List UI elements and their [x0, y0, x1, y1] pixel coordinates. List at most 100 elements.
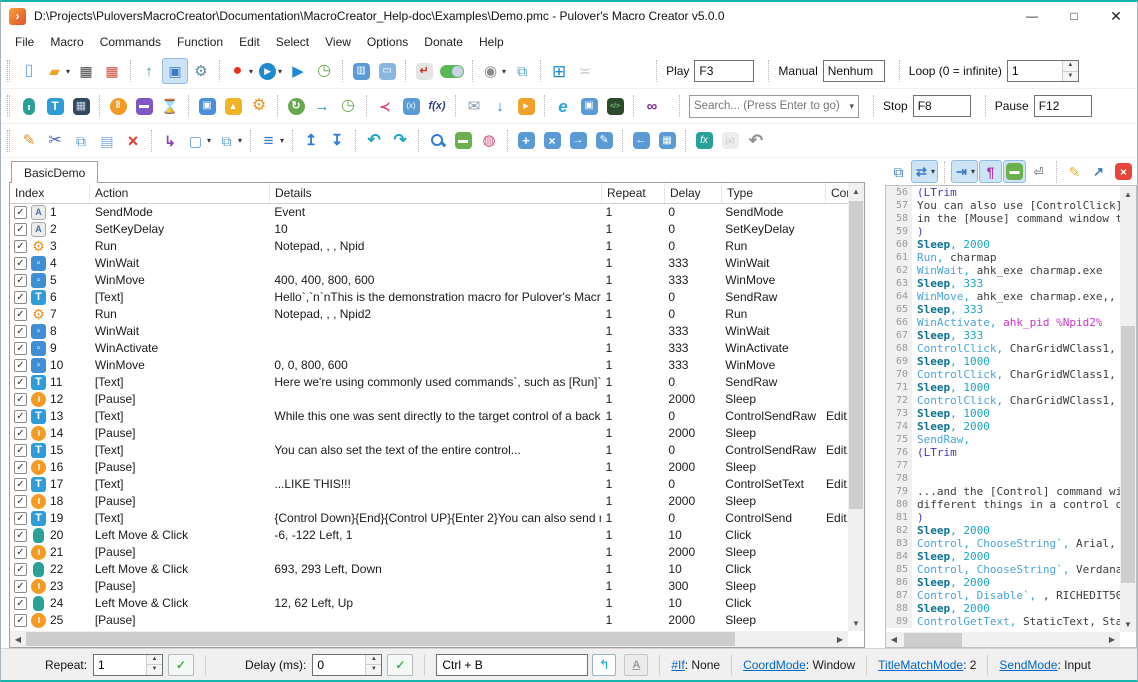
pane-splitter[interactable] [865, 158, 885, 648]
vertical-scrollbar[interactable]: ▲ ▼ [1120, 186, 1136, 632]
table-row[interactable]: ✓T19[Text]{Control Down}{End}{Control UP… [10, 510, 848, 527]
table-row[interactable]: ✓▫8WinWait1333WinWait [10, 323, 848, 340]
delete-button[interactable]: × [120, 128, 146, 154]
row-checkbox[interactable]: ✓ [14, 614, 27, 627]
variable-button[interactable]: (x) [398, 93, 424, 119]
table-row[interactable]: ✓‖23[Pause]1300Sleep [10, 578, 848, 595]
send-keys-button[interactable]: ↵ [411, 58, 437, 84]
search-command-button[interactable]: ∞ [639, 93, 665, 119]
macro-window-button[interactable]: ▭ [374, 58, 400, 84]
scroll-track[interactable] [902, 632, 1104, 648]
window-remove-button[interactable]: × [539, 128, 565, 154]
assign-shortcut-button[interactable]: ↰ [592, 654, 616, 676]
goto-command-button[interactable]: → [309, 93, 335, 119]
table-row[interactable]: ✓A1SendModeEvent10SendMode [10, 204, 848, 221]
table-row[interactable]: ✓▫10WinMove0, 0, 800, 6001333WinMove [10, 357, 848, 374]
menu-options[interactable]: Options [359, 32, 416, 52]
scroll-down-icon[interactable]: ▼ [1120, 616, 1136, 632]
spin-down-icon[interactable]: ▼ [366, 665, 381, 675]
table-row[interactable]: ✓‖14[Pause]12000Sleep [10, 425, 848, 442]
spin-up-icon[interactable]: ▲ [1063, 61, 1078, 72]
open-file-button[interactable]: ▰▾ [42, 58, 73, 84]
export-macro-button[interactable]: ↑ [136, 58, 162, 84]
table-row[interactable]: ✓T15[Text]You can also set the text of t… [10, 442, 848, 459]
toolbar-grip[interactable] [7, 130, 10, 152]
table-row[interactable]: ✓A2SetKeyDelay1010SetKeyDelay [10, 221, 848, 238]
hotkeys-toggle[interactable] [437, 58, 467, 84]
maximize-button[interactable]: □ [1053, 2, 1095, 30]
table-row[interactable]: ✓‖25[Pause]12000Sleep [10, 612, 848, 629]
scroll-track[interactable] [1120, 202, 1136, 616]
window-prev-button[interactable]: ← [628, 128, 654, 154]
email-command-button[interactable]: ✉ [461, 93, 487, 119]
macro-list-view[interactable]: IndexActionDetailsRepeatDelayTypeCont ✓A… [9, 183, 865, 648]
row-checkbox[interactable]: ✓ [14, 342, 27, 355]
if-statement-button[interactable]: ≺ [372, 93, 398, 119]
edit-row-button[interactable]: ✎ [16, 128, 42, 154]
comment-button[interactable]: ▬ [450, 128, 476, 154]
spin-up-icon[interactable]: ▲ [366, 655, 381, 666]
column-header-cont[interactable]: Cont [826, 183, 848, 203]
row-checkbox[interactable]: ✓ [14, 427, 27, 440]
window-run-button[interactable]: → [565, 128, 591, 154]
table-row[interactable]: ✓24Left Move & Click12, 62 Left, Up110Cl… [10, 595, 848, 612]
spin-down-icon[interactable]: ▼ [147, 665, 162, 675]
delay-input[interactable] [313, 655, 365, 675]
list-options-button[interactable]: ≡▾ [256, 128, 287, 154]
row-checkbox[interactable]: ✓ [14, 325, 27, 338]
cut-button[interactable]: ✂ [42, 128, 68, 154]
window-add-button[interactable]: + [513, 128, 539, 154]
table-row[interactable]: ✓T6[Text]Hello`,`n`nThis is the demonstr… [10, 289, 848, 306]
close-code-button[interactable]: × [1112, 160, 1135, 183]
row-checkbox[interactable]: ✓ [14, 512, 27, 525]
table-row[interactable]: ✓⚙7RunNotepad, , , Npid210Run [10, 306, 848, 323]
toolbar-grip[interactable] [7, 95, 10, 117]
preview-window-button[interactable]: ▣ [162, 58, 188, 84]
copy-code-button[interactable]: ⧉ [887, 160, 910, 183]
minimize-button[interactable]: — [1011, 2, 1053, 30]
internet-command-button[interactable]: e [550, 93, 576, 119]
code-editor[interactable]: 56(LTrim57You can also use [ControlClick… [885, 185, 1137, 648]
row-checkbox[interactable]: ✓ [14, 308, 27, 321]
stop-hotkey-input[interactable] [913, 95, 971, 117]
function-button[interactable]: f(x) [424, 93, 450, 119]
scroll-up-icon[interactable]: ▲ [1120, 186, 1136, 202]
copy-button[interactable]: ⧉ [68, 128, 94, 154]
scroll-right-icon[interactable]: ▶ [832, 631, 848, 647]
timer-command-button[interactable]: ◷ [335, 93, 361, 119]
table-row[interactable]: ✓‖12[Pause]12000Sleep [10, 391, 848, 408]
tab-basicdemo[interactable]: BasicDemo [11, 161, 98, 183]
window-save-button[interactable]: ▦ [654, 128, 680, 154]
scroll-left-icon[interactable]: ◀ [886, 632, 902, 648]
repeat-input[interactable] [94, 655, 146, 675]
row-checkbox[interactable]: ✓ [14, 444, 27, 457]
row-checkbox[interactable]: ✓ [14, 461, 27, 474]
column-header-repeat[interactable]: Repeat [602, 183, 665, 203]
window-edit-button[interactable]: ✎ [591, 128, 617, 154]
status-link[interactable]: CoordMode [743, 658, 806, 672]
scroll-thumb[interactable] [849, 201, 863, 509]
new-file-button[interactable]: ▯ [16, 58, 42, 84]
apply-repeat-button[interactable]: ✓ [168, 654, 194, 676]
download-command-button[interactable]: ↓ [487, 93, 513, 119]
row-checkbox[interactable]: ✓ [14, 223, 27, 236]
scroll-left-icon[interactable]: ◀ [10, 631, 26, 647]
scroll-up-icon[interactable]: ▲ [848, 183, 864, 199]
apply-delay-button[interactable]: ✓ [387, 654, 413, 676]
table-row[interactable]: ✓‖21[Pause]12000Sleep [10, 544, 848, 561]
row-checkbox[interactable]: ✓ [14, 597, 27, 610]
loop-command-button[interactable]: ↻ [283, 93, 309, 119]
variables-lock-button[interactable]: (x) [717, 128, 743, 154]
select-rows-button[interactable]: ▢▾ [183, 128, 214, 154]
spin-down-icon[interactable]: ▼ [1063, 72, 1078, 82]
text-command-button[interactable]: T [42, 93, 68, 119]
play-timer-button[interactable]: ◷ [311, 58, 337, 84]
menu-commands[interactable]: Commands [92, 32, 169, 52]
power-options-button[interactable]: ◉▾ [478, 58, 509, 84]
horizontal-scrollbar[interactable]: ◀ ▶ [886, 632, 1120, 647]
table-row[interactable]: ✓22Left Move & Click693, 293 Left, Down1… [10, 561, 848, 578]
insert-row-button[interactable]: ↳ [157, 128, 183, 154]
menu-macro[interactable]: Macro [42, 32, 91, 52]
toolbar-grip[interactable] [7, 60, 10, 82]
play-current-button[interactable]: ▶ [285, 58, 311, 84]
